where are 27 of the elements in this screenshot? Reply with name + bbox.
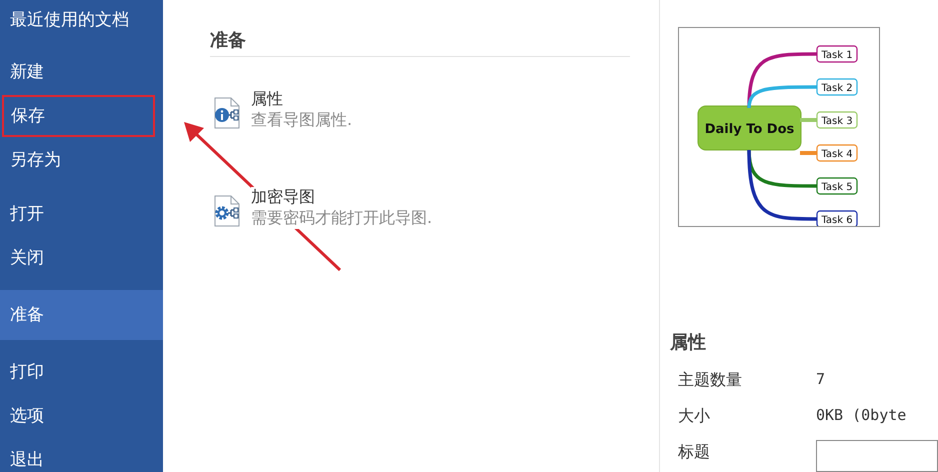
topic-node: Task 1 <box>816 45 858 63</box>
menu-item[interactable]: 新建 <box>0 50 163 94</box>
action-description: 需要密码才能打开此导图. <box>251 208 432 229</box>
menu-item[interactable]: 关闭 <box>0 236 163 280</box>
topic-node: Task 5 <box>816 177 858 195</box>
menu-item[interactable]: 最近使用的文档 <box>0 0 163 40</box>
property-label: 大小 <box>678 406 711 427</box>
property-value: 7 <box>816 370 826 388</box>
property-label: 主题数量 <box>678 370 743 391</box>
property-value: 0KB (0byte <box>816 406 906 424</box>
action-title[interactable]: 加密导图 <box>251 187 315 208</box>
menu-item[interactable]: 打开 <box>0 192 163 236</box>
property-label: 标题 <box>678 442 711 463</box>
topic-node: Task 4 <box>816 144 858 162</box>
menu-item[interactable]: 另存为 <box>0 138 163 182</box>
section-heading: 准备 <box>210 29 247 53</box>
properties-heading: 属性 <box>670 331 707 354</box>
menu-item[interactable]: 打印 <box>0 350 163 394</box>
menu-item[interactable]: 准备 <box>0 290 163 340</box>
menu-item[interactable]: 保存 <box>1 94 156 138</box>
topic-node: Task 2 <box>816 78 858 96</box>
topic-node: Task 6 <box>816 210 858 226</box>
title-input-field[interactable] <box>816 440 938 472</box>
menu-item[interactable]: 退出 <box>0 438 163 472</box>
menu-item[interactable]: 选项 <box>0 394 163 438</box>
central-topic: Daily To Dos <box>698 106 802 150</box>
topic-node: Task 3 <box>816 111 858 129</box>
